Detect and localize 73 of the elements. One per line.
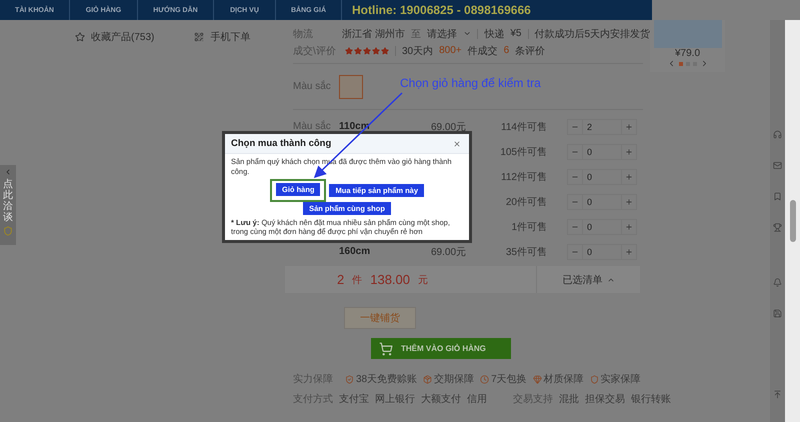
payment-method: 支付宝 — [339, 392, 369, 406]
review-count-text: 6 — [504, 45, 510, 56]
stock-text: 105件可售 — [499, 146, 547, 158]
trade-item: 混批 — [559, 392, 579, 406]
price-text: 69.00元 — [431, 120, 468, 134]
add-to-cart-button[interactable]: THÊM VÀO GIỎ HÀNG — [371, 338, 511, 359]
period-text: 30天内 — [402, 44, 434, 58]
cart-icon — [379, 342, 393, 356]
deal-count-text: 800+ — [439, 45, 462, 56]
card-price: ¥79.0 — [674, 48, 700, 59]
deal-suffix-text: 件成交 — [468, 44, 498, 58]
mail-icon — [773, 161, 782, 170]
badge-icon — [345, 374, 354, 384]
guarantee-item: 实家保障 — [590, 372, 641, 386]
photo-placeholder — [654, 20, 722, 48]
shipping-fee-text: ¥5 — [510, 28, 522, 39]
chevron-down-icon — [462, 29, 472, 38]
color-swatch[interactable] — [339, 74, 363, 98]
chat-tab-text: 点此洽谈 — [3, 179, 13, 223]
bell-icon — [773, 278, 782, 287]
payment-method: 信用 — [467, 393, 487, 406]
guarantee-item: 7天包换 — [480, 372, 527, 386]
count-unit: 件 — [352, 274, 362, 286]
guarantee-item: 交期保障 — [423, 372, 474, 386]
plus-icon — [625, 148, 633, 156]
trophy-icon — [773, 223, 782, 232]
shipping-note-text: 付款成功后5天内安排发货 — [534, 28, 650, 40]
selected-list-toggle[interactable]: 已选清单 — [562, 272, 602, 286]
chat-side-tab[interactable]: 点此洽谈 — [0, 165, 16, 245]
badge-icon — [423, 374, 432, 384]
mobile-order-link[interactable]: 手机下单 — [194, 30, 250, 44]
stock-text: 20件可售 — [504, 196, 547, 208]
annotation-text: Chọn giỏ hàng để kiểm tra — [400, 76, 541, 90]
review-suffix-text: 条评价 — [515, 44, 546, 58]
destination-select[interactable]: 请选择 — [426, 26, 457, 40]
qr-code-icon — [194, 32, 204, 42]
trade-item: 银行转账 — [631, 392, 671, 406]
bookmark-icon — [773, 192, 782, 201]
total-price: 138.00 — [370, 272, 410, 287]
plus-icon — [625, 198, 633, 206]
dialog-title: Chọn mua thành công — [231, 138, 332, 149]
guarantee-item: 材质保障 — [532, 372, 584, 386]
plus-icon — [625, 172, 633, 180]
plus-icon — [625, 248, 633, 256]
guarantee-item: 38天免费赊账 — [345, 372, 418, 386]
scrollbar-thumb[interactable] — [790, 200, 796, 242]
save-icon — [773, 309, 782, 318]
star-icon — [75, 32, 85, 42]
stock-text: 35件可售 — [504, 246, 547, 258]
plus-icon — [625, 122, 633, 130]
badge-icon — [590, 374, 599, 384]
shield-icon — [3, 226, 13, 236]
payment-method: 网上银行 — [375, 392, 415, 406]
item-count: 2 — [337, 272, 344, 287]
size-text: 160cm — [339, 246, 372, 257]
caret-icon — [4, 168, 12, 176]
stock-text: 114件可售 — [500, 120, 547, 134]
trade-item: 担保交易 — [585, 392, 625, 406]
back-to-top-icon — [773, 390, 782, 399]
badge-icon — [480, 374, 490, 384]
plus-icon — [625, 222, 633, 230]
currency-text: 元 — [418, 274, 428, 286]
headset-icon — [773, 130, 782, 139]
shipping-method-text: 快递 — [484, 28, 504, 40]
close-icon[interactable] — [453, 140, 461, 148]
origin-text: 浙江省 湖州市 — [342, 28, 405, 40]
hotline-text: Hotline: 19006825 - 0898169666 — [351, 2, 531, 19]
stock-text: 1件可售 — [510, 220, 547, 234]
stock-text: 112件可售 — [500, 170, 547, 184]
price-text: 69.00元 — [431, 246, 468, 258]
favorites-link[interactable]: 收藏产品(753) — [75, 30, 154, 44]
badge-icon — [532, 374, 542, 384]
payment-method: 大额支付 — [421, 392, 461, 406]
